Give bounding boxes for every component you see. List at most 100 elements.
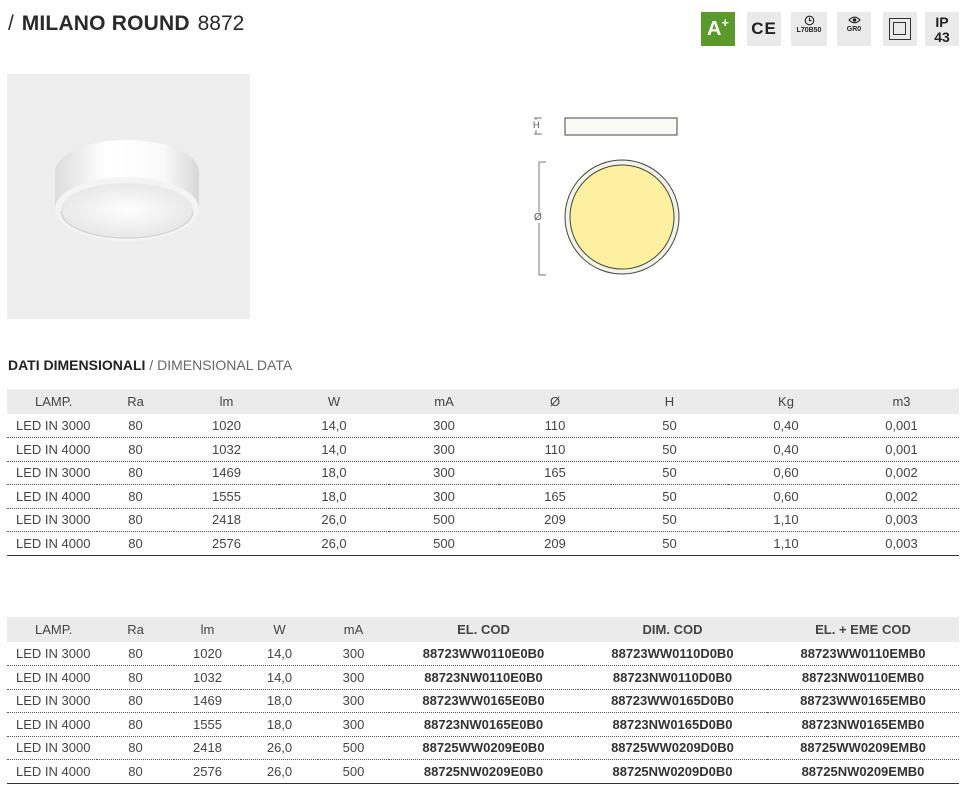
milliamp-cell: 300 — [389, 437, 499, 462]
lumen-header: lm — [174, 617, 241, 642]
volume-header: m3 — [844, 389, 959, 414]
energy-class-plus: + — [721, 15, 730, 30]
lifetime-label: L70B50 — [796, 27, 822, 34]
lifetime-badge: L70B50 — [791, 12, 827, 46]
table-row: LED IN 4000 80 2576 26,0 500 88725NW0209E0B0 8… — [7, 759, 959, 784]
lumen-cell: 1032 — [174, 665, 241, 690]
watt-cell: 18,0 — [241, 712, 318, 737]
height-cell: 50 — [611, 461, 728, 485]
lamp-cell: LED IN 3000 — [7, 689, 97, 713]
clock-icon — [804, 15, 814, 26]
luminaire-image — [55, 140, 199, 241]
dim-code-cell: 88725NW0209D0B0 — [578, 759, 767, 784]
el-cod-header: EL. COD — [389, 617, 578, 642]
table-row: LED IN 4000 80 1555 18,0 300 165 50 0,60 0,002 — [7, 484, 959, 509]
lamp-cell: LED IN 3000 — [7, 736, 97, 760]
diameter-cell: 110 — [499, 437, 611, 462]
table-row: LED IN 3000 80 1469 18,0 300 88723WW0165E0B0 8… — [7, 689, 959, 713]
milliamp-header: mA — [318, 617, 389, 642]
diameter-cell: 165 — [499, 484, 611, 509]
height-cell: 50 — [611, 508, 728, 532]
table-row: LED IN 3000 80 1020 14,0 300 110 50 0,40 0,001 — [7, 414, 959, 438]
milliamp-cell: 300 — [318, 712, 389, 737]
milliamp-cell: 300 — [318, 642, 389, 666]
watt-cell: 26,0 — [279, 531, 389, 556]
ce-mark-label: CE — [751, 19, 777, 38]
lamp-cell: LED IN 4000 — [7, 759, 97, 784]
dimensional-table: LAMP. Ra lm WmA Ø H Kg m3 LED IN 3000 80 1020 14,0… — [7, 389, 959, 556]
lumen-cell: 2418 — [174, 508, 279, 532]
dim-code-cell: 88725WW0209D0B0 — [578, 736, 767, 760]
lamp-cell: LED IN 3000 — [7, 508, 97, 532]
section-heading: DATI DIMENSIONALI / DIMENSIONAL DATA — [8, 357, 292, 373]
table-row: LED IN 3000 80 2418 26,0 500 209 50 1,10 0,003 — [7, 508, 959, 532]
diameter-label: Ø — [534, 212, 542, 223]
milliamp-cell: 300 — [389, 461, 499, 485]
code-table: LAMP. Ra lm WmA EL. COD DIM. COD EL. + EME COD… — [7, 617, 959, 784]
volume-cell: 0,003 — [844, 508, 959, 532]
watt-cell: 14,0 — [279, 437, 389, 462]
photobiological-badge: GR0 — [837, 12, 871, 46]
ra-cell: 80 — [97, 689, 174, 713]
height-cell: 50 — [611, 437, 728, 462]
lamp-cell: LED IN 3000 — [7, 414, 97, 438]
watt-cell: 14,0 — [241, 642, 318, 666]
ra-cell: 80 — [97, 712, 174, 737]
ra-cell: 80 — [97, 508, 174, 532]
ra-header: Ra — [97, 617, 174, 642]
el-eme-code-cell: 88723NW0110EMB0 — [767, 665, 959, 690]
el-eme-code-cell: 88725NW0209EMB0 — [767, 759, 959, 784]
diameter-cell: 209 — [499, 531, 611, 556]
certification-badges: A+ CE L70B50 GR0 IP 43 — [701, 12, 959, 46]
class-ii-icon — [883, 12, 917, 46]
lumen-cell: 1555 — [174, 712, 241, 737]
table-row: LED IN 3000 80 1469 18,0 300 165 50 0,60 0,002 — [7, 461, 959, 485]
diameter-cell: 165 — [499, 461, 611, 485]
volume-cell: 0,001 — [844, 437, 959, 462]
dimensional-header-row: LAMP. Ra lm WmA Ø H Kg m3 — [7, 389, 959, 414]
code-header-row: LAMP. Ra lm WmA EL. COD DIM. COD EL. + EME COD — [7, 617, 959, 642]
lumen-cell: 2576 — [174, 531, 279, 556]
ra-cell: 80 — [97, 759, 174, 784]
weight-cell: 0,40 — [728, 414, 844, 438]
weight-cell: 0,60 — [728, 461, 844, 485]
technical-drawing: H Ø — [530, 110, 690, 285]
lumen-cell: 2576 — [174, 759, 241, 784]
photobiological-label: GR0 — [846, 26, 862, 33]
milliamp-cell: 500 — [389, 508, 499, 532]
milliamp-cell: 500 — [318, 759, 389, 784]
dim-cod-header: DIM. COD — [578, 617, 767, 642]
lamp-cell: LED IN 4000 — [7, 665, 97, 690]
watt-cell: 26,0 — [241, 759, 318, 784]
section-title-en: DIMENSIONAL DATA — [157, 357, 293, 373]
ip-value: 43 — [934, 29, 950, 45]
table-row: LED IN 4000 80 1032 14,0 300 88723NW0110E0B0 8… — [7, 665, 959, 690]
watt-cell: 26,0 — [279, 508, 389, 532]
diameter-header: Ø — [499, 389, 611, 414]
lumen-cell: 2418 — [174, 736, 241, 760]
watt-cell: 18,0 — [279, 461, 389, 485]
ip-label: IP — [935, 14, 949, 30]
el-code-cell: 88723WW0165E0B0 — [389, 689, 578, 713]
milliamp-cell: 500 — [389, 531, 499, 556]
watt-cell: 14,0 — [241, 665, 318, 690]
ra-cell: 80 — [97, 484, 174, 509]
dim-code-cell: 88723WW0165D0B0 — [578, 689, 767, 713]
weight-cell: 1,10 — [728, 508, 844, 532]
ra-cell: 80 — [97, 461, 174, 485]
watt-cell: 14,0 — [279, 414, 389, 438]
energy-class-icon: A+ — [701, 12, 735, 46]
ra-cell: 80 — [97, 437, 174, 462]
milliamp-cell: 300 — [389, 484, 499, 509]
height-label: H — [533, 120, 540, 130]
energy-class-letter: A — [706, 18, 722, 40]
milliamp-cell: 300 — [318, 665, 389, 690]
lamp-cell: LED IN 3000 — [7, 642, 97, 666]
milliamp-cell: 500 — [318, 736, 389, 760]
el-eme-code-cell: 88723WW0165EMB0 — [767, 689, 959, 713]
code-body: LED IN 3000 80 1020 14,0 300 88723WW0110E0B0 8… — [7, 642, 959, 784]
lumen-cell: 1032 — [174, 437, 279, 462]
diameter-cell: 209 — [499, 508, 611, 532]
ra-header: Ra — [97, 389, 174, 414]
el-eme-cod-header: EL. + EME COD — [767, 617, 959, 642]
